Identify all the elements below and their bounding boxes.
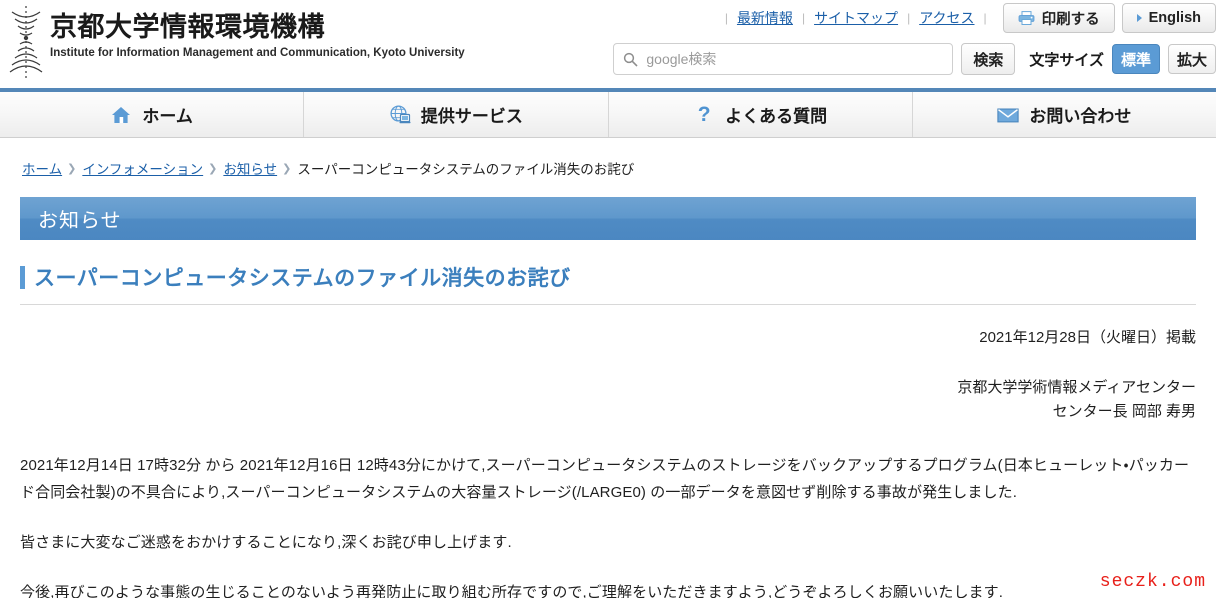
nav-item-contact-label: お問い合わせ <box>1029 107 1132 126</box>
site-header: 京都大学情報環境機構 Institute for Information Man… <box>0 0 1216 88</box>
util-separator: | <box>801 11 806 25</box>
breadcrumb: ホーム ❯ インフォメーション ❯ お知らせ ❯ スーパーコンピュータシステムの… <box>20 138 1196 178</box>
breadcrumb-separator-icon: ❯ <box>208 162 218 175</box>
brand-title-jp: 京都大学情報環境機構 <box>50 12 325 42</box>
home-icon <box>110 104 132 126</box>
font-size-standard-button[interactable]: 標準 <box>1111 44 1160 74</box>
english-button[interactable]: English <box>1121 3 1216 33</box>
nav-item-services-label: 提供サービス <box>420 107 523 126</box>
radio-wave-logo-icon <box>9 6 43 80</box>
mail-envelope-icon <box>997 104 1020 126</box>
main-navigation: ホーム 提供サービス ? よくある質問 お問い合わせ <box>0 88 1216 138</box>
breadcrumb-separator-icon: ❯ <box>282 162 292 175</box>
utility-links: | 最新情報 | サイトマップ | アクセス | 印刷する English <box>716 3 1216 33</box>
breadcrumb-item-news[interactable]: お知らせ <box>223 158 277 178</box>
search-input[interactable] <box>644 44 953 74</box>
printer-icon <box>1018 11 1035 25</box>
font-size-label: 文字サイズ <box>1029 51 1104 69</box>
util-link-sitemap[interactable]: サイトマップ <box>814 8 898 28</box>
page-banner-title: お知らせ <box>38 210 122 232</box>
signature-organization: 京都大学学術情報メディアセンター <box>957 378 1196 396</box>
font-size-large-button[interactable]: 拡大 <box>1167 44 1216 74</box>
search-box[interactable] <box>613 43 954 75</box>
title-accent-bar <box>20 265 25 289</box>
page-title-text: スーパーコンピュータシステムのファイル消失のお詫び <box>34 267 571 290</box>
util-link-latest[interactable]: 最新情報 <box>737 8 793 28</box>
globe-computer-icon <box>389 104 411 126</box>
arrow-right-icon <box>1136 14 1142 22</box>
main-content: ホーム ❯ インフォメーション ❯ お知らせ ❯ スーパーコンピュータシステムの… <box>0 138 1216 598</box>
signature-person: センター長 岡部 寿男 <box>1052 402 1196 420</box>
search-submit-button[interactable]: 検索 <box>961 43 1016 75</box>
article-paragraph-2: 皆さまに大変なご迷惑をおかけすることになり,深くお詫び申し上げます. <box>20 534 512 551</box>
breadcrumb-item-information[interactable]: インフォメーション <box>82 158 203 178</box>
question-mark-icon: ? <box>697 103 711 126</box>
page-title: スーパーコンピュータシステムのファイル消失のお詫び <box>20 262 1196 305</box>
util-separator: | <box>724 11 728 25</box>
print-button[interactable]: 印刷する <box>1002 3 1115 33</box>
published-date: 2021年12月28日（火曜日）掲載 <box>979 329 1196 346</box>
site-brand[interactable]: 京都大学情報環境機構 Institute for Information Man… <box>0 0 465 86</box>
nav-item-services[interactable]: 提供サービス <box>304 92 609 137</box>
signature-block: 京都大学学術情報メディアセンター センター長 岡部 寿男 <box>20 376 1196 424</box>
nav-item-faq-label: よくある質問 <box>725 107 828 126</box>
nav-item-home-label: ホーム <box>142 107 193 126</box>
english-button-label: English <box>1148 10 1201 26</box>
breadcrumb-item-home[interactable]: ホーム <box>22 158 62 178</box>
article-body: 2021年12月14日 17時32分 から 2021年12月16日 12時43分… <box>20 452 1196 598</box>
print-button-label: 印刷する <box>1041 11 1100 28</box>
article-paragraph-3: 今後,再びこのような事態の生じることのないよう再発防止に取り組む所存ですので,ご… <box>20 583 1004 598</box>
brand-title-en: Institute for Information Management and… <box>50 47 465 60</box>
nav-item-faq[interactable]: ? よくある質問 <box>609 92 913 137</box>
watermark: seczk.com <box>1099 572 1206 592</box>
article-paragraph-1: 2021年12月14日 17時32分 から 2021年12月16日 12時43分… <box>20 456 1190 502</box>
util-separator: | <box>983 11 987 25</box>
nav-item-home[interactable]: ホーム <box>0 92 305 137</box>
search-area: 検索 文字サイズ 標準 拡大 <box>613 43 1216 75</box>
search-icon <box>624 52 638 67</box>
util-link-access[interactable]: アクセス <box>919 8 974 28</box>
page-banner: お知らせ <box>20 197 1196 240</box>
util-separator: | <box>907 11 911 25</box>
breadcrumb-separator-icon: ❯ <box>67 162 77 175</box>
nav-item-contact[interactable]: お問い合わせ <box>913 92 1216 137</box>
breadcrumb-item-current: スーパーコンピュータシステムのファイル消失のお詫び <box>297 162 635 177</box>
